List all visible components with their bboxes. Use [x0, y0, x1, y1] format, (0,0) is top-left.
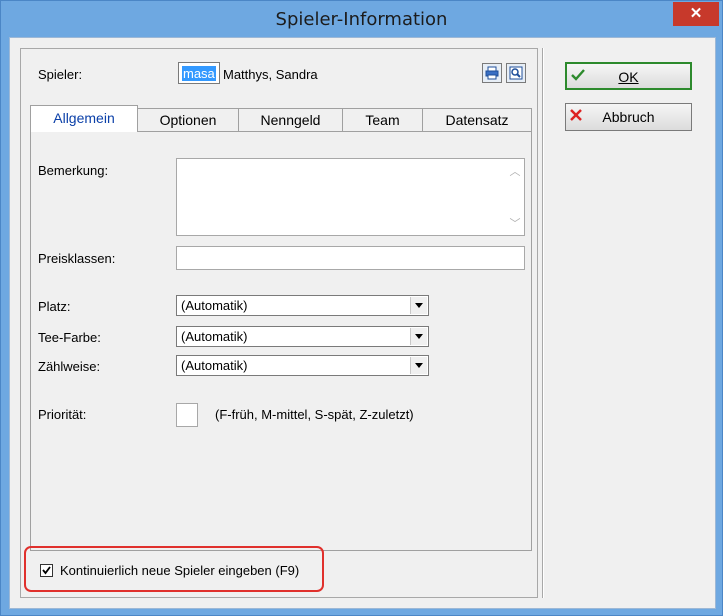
- continuous-entry-checkbox[interactable]: [40, 564, 53, 577]
- tab-team[interactable]: Team: [342, 108, 423, 131]
- printer-icon: [485, 66, 499, 80]
- preisklassen-input[interactable]: [176, 246, 525, 270]
- zaehlweise-value: (Automatik): [181, 358, 248, 373]
- continuous-entry-label[interactable]: Kontinuierlich neue Spieler eingeben (F9…: [60, 563, 299, 578]
- textarea-scrollbar[interactable]: ︿ ﹀: [507, 160, 523, 234]
- player-name: Matthys, Sandra: [223, 67, 318, 82]
- dialog-client-area: Spieler: masa Matthys, Sandra Allgemein …: [9, 37, 716, 609]
- tee-farbe-value: (Automatik): [181, 329, 248, 344]
- ok-button-label: OK: [618, 69, 639, 85]
- chevron-down-icon[interactable]: [410, 328, 427, 345]
- search-button[interactable]: [506, 63, 526, 83]
- player-code-input[interactable]: masa: [178, 62, 220, 84]
- tab-datensatz[interactable]: Datensatz: [422, 108, 532, 131]
- close-button[interactable]: ✕: [673, 2, 719, 26]
- chevron-down-icon[interactable]: [410, 297, 427, 314]
- prioritaet-label: Priorität:: [38, 407, 87, 422]
- ok-button[interactable]: OK: [565, 62, 692, 90]
- scroll-up-icon[interactable]: ︿: [507, 163, 523, 179]
- cancel-button-label: Abbruch: [602, 109, 655, 125]
- title-bar[interactable]: Spieler-Information ✕: [1, 1, 722, 37]
- tab-optionen[interactable]: Optionen: [137, 108, 239, 131]
- chevron-down-icon[interactable]: [410, 357, 427, 374]
- player-code-selection: masa: [182, 66, 216, 81]
- zaehlweise-label: Zählweise:: [38, 359, 101, 374]
- cancel-button[interactable]: Abbruch: [565, 103, 692, 131]
- scroll-down-icon[interactable]: ﹀: [507, 215, 523, 231]
- search-icon: [509, 66, 523, 80]
- platz-label: Platz:: [38, 299, 71, 314]
- dialog-window: Spieler-Information ✕ Spieler: masa Matt…: [0, 0, 723, 616]
- zaehlweise-select[interactable]: (Automatik): [176, 355, 429, 376]
- tee-farbe-select[interactable]: (Automatik): [176, 326, 429, 347]
- prioritaet-hint: (F-früh, M-mittel, S-spät, Z-zuletzt): [215, 407, 414, 422]
- checkmark-icon: [42, 566, 51, 575]
- tab-nenngeld[interactable]: Nenngeld: [238, 108, 343, 131]
- prioritaet-input[interactable]: [176, 403, 198, 427]
- platz-value: (Automatik): [181, 298, 248, 313]
- window-title: Spieler-Information: [275, 9, 448, 30]
- preisklassen-label: Preisklassen:: [38, 251, 116, 266]
- bemerkung-textarea[interactable]: ︿ ﹀: [176, 158, 525, 236]
- player-label: Spieler:: [38, 67, 83, 82]
- tee-farbe-label: Tee-Farbe:: [38, 330, 101, 345]
- bemerkung-label: Bemerkung:: [38, 163, 109, 178]
- platz-select[interactable]: (Automatik): [176, 295, 429, 316]
- tab-allgemein[interactable]: Allgemein: [30, 105, 138, 132]
- vertical-divider: [542, 48, 544, 598]
- print-button[interactable]: [482, 63, 502, 83]
